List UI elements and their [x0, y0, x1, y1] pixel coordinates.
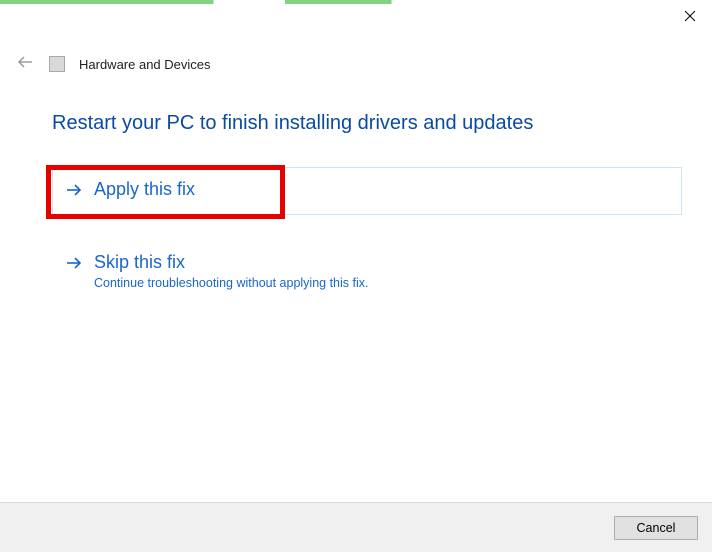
titlebar: [0, 4, 712, 36]
skip-fix-subtitle: Continue troubleshooting without applyin…: [94, 276, 368, 290]
apply-fix-option[interactable]: Apply this fix: [52, 167, 682, 212]
troubleshooter-window: Hardware and Devices Restart your PC to …: [0, 0, 712, 552]
header-row: Hardware and Devices: [15, 52, 697, 76]
back-arrow-icon: [17, 54, 33, 75]
footer-bar: Cancel: [0, 502, 712, 552]
apply-fix-title: Apply this fix: [94, 179, 195, 201]
apply-fix-wrap: Apply this fix: [52, 167, 682, 212]
cancel-button[interactable]: Cancel: [614, 516, 698, 540]
skip-fix-title: Skip this fix: [94, 252, 368, 274]
content-area: Restart your PC to finish installing dri…: [52, 110, 682, 300]
back-button[interactable]: [15, 54, 35, 74]
close-icon: [684, 9, 696, 27]
apply-fix-texts: Apply this fix: [94, 179, 195, 201]
close-button[interactable]: [668, 4, 712, 32]
main-heading: Restart your PC to finish installing dri…: [52, 110, 682, 137]
arrow-right-icon: [66, 183, 82, 202]
skip-fix-option[interactable]: Skip this fix Continue troubleshooting w…: [52, 240, 682, 300]
skip-fix-texts: Skip this fix Continue troubleshooting w…: [94, 252, 368, 290]
arrow-right-icon: [66, 256, 82, 275]
header-title: Hardware and Devices: [79, 57, 211, 72]
cancel-button-label: Cancel: [637, 521, 676, 535]
troubleshooter-icon: [49, 56, 65, 72]
